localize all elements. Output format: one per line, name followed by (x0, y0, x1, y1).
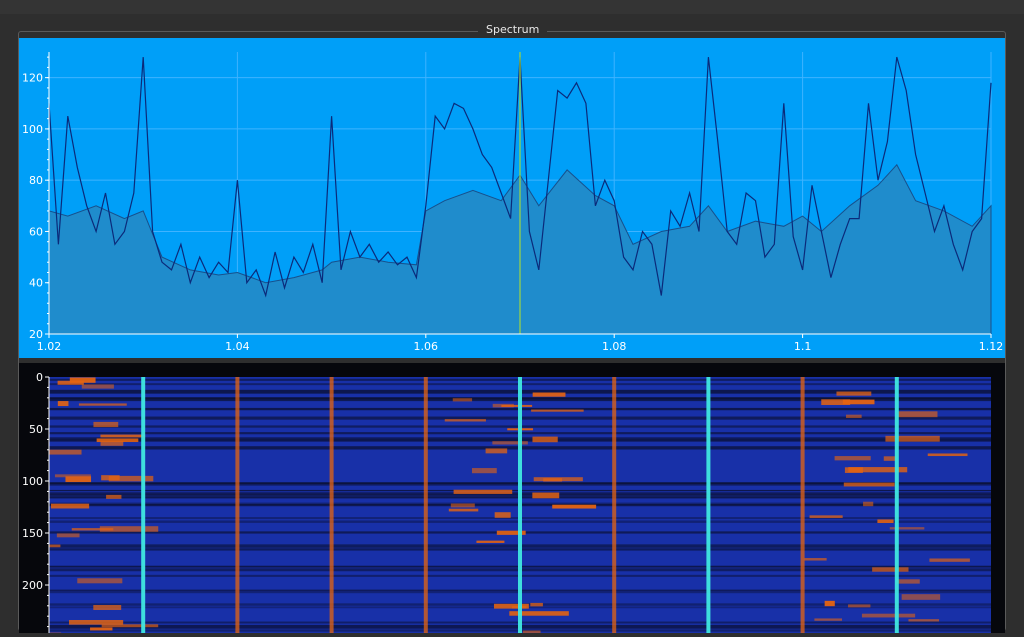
waterfall-hot-band (492, 441, 527, 444)
waterfall-hot-band (106, 495, 121, 499)
waterfall-hot-band (843, 400, 875, 405)
waterfall-hot-band (100, 435, 145, 438)
waterfall-hot-band (454, 490, 513, 494)
waterfall-plot-panel[interactable]: 0 50 100 150 200 (19, 363, 1005, 633)
waterfall-hot-band (928, 453, 968, 456)
y-tick-label: 100 (22, 123, 43, 136)
waterfall-hot-band (97, 438, 139, 442)
waterfall-hot-band (476, 541, 504, 543)
waterfall-hot-band (93, 422, 118, 427)
x-tick-label: 1.02 (37, 340, 62, 353)
waterfall-hot-band (523, 631, 541, 633)
waterfall-hot-band (486, 448, 508, 453)
waterfall-hot-band (929, 558, 969, 561)
y-tick-label: 40 (29, 277, 43, 290)
x-tick-label: 1.1 (794, 340, 812, 353)
waterfall-hot-band (898, 411, 937, 417)
waterfall-y-tick-label: 200 (22, 579, 43, 592)
waterfall-hot-band (863, 502, 873, 506)
waterfall-hot-band (902, 594, 941, 600)
waterfall-y-tick-label: 50 (29, 423, 43, 436)
waterfall-peak-line (424, 377, 428, 633)
waterfall-hot-band (804, 558, 826, 560)
waterfall-hot-band (844, 483, 895, 487)
waterfall-peak-line (801, 377, 805, 633)
top-toolbar-strip (0, 0, 1024, 14)
spectrum-chart[interactable]: 204060801001201.021.041.061.081.11.12 (19, 38, 1005, 358)
waterfall-y-tick-label: 0 (36, 371, 43, 384)
waterfall-peak-line (518, 377, 522, 633)
spectrum-plot-panel[interactable]: 204060801001201.021.041.061.081.11.12 (19, 38, 1005, 358)
waterfall-hot-band (896, 579, 920, 583)
waterfall-hot-band (532, 493, 559, 499)
waterfall-hot-band (533, 393, 566, 397)
waterfall-hot-band (77, 578, 122, 583)
waterfall-peak-line (706, 377, 710, 633)
waterfall-hot-band (825, 601, 835, 606)
waterfall-peak-line (330, 377, 334, 633)
waterfall-hot-band (877, 519, 893, 523)
waterfall-hot-band (814, 618, 842, 620)
waterfall-hot-band (848, 604, 870, 607)
waterfall-hot-band (65, 476, 91, 482)
x-tick-label: 1.06 (414, 340, 439, 353)
waterfall-hot-band (472, 468, 497, 473)
waterfall-hot-band (531, 410, 584, 412)
waterfall-hot-band (58, 401, 69, 406)
waterfall-hot-band (495, 512, 511, 518)
waterfall-hot-band (835, 456, 871, 460)
waterfall-hot-band (57, 533, 80, 537)
waterfall-peak-line (141, 377, 145, 633)
waterfall-hot-band (70, 377, 96, 382)
waterfall-hot-band (50, 545, 61, 548)
waterfall-hot-band (810, 515, 843, 518)
x-tick-label: 1.08 (602, 340, 627, 353)
waterfall-hot-band (93, 605, 121, 610)
waterfall-peak-line (895, 377, 899, 633)
waterfall-hot-band (90, 627, 112, 630)
waterfall-peak-line (612, 377, 616, 633)
waterfall-hot-band (82, 384, 114, 388)
y-tick-label: 60 (29, 225, 43, 238)
waterfall-hot-band (836, 392, 871, 396)
waterfall-hot-band (449, 509, 478, 512)
waterfall-hot-band (453, 398, 472, 401)
waterfall-hot-band (885, 436, 939, 442)
waterfall-hot-band (49, 450, 82, 455)
waterfall-y-tick-label: 100 (22, 475, 43, 488)
y-tick-label: 120 (22, 72, 43, 85)
waterfall-hot-band (451, 503, 475, 507)
waterfall-hot-band (493, 404, 514, 408)
waterfall-hot-band (51, 504, 89, 509)
waterfall-hot-band (100, 526, 158, 532)
waterfall-hot-band (445, 419, 486, 421)
waterfall-hot-band (530, 603, 543, 606)
waterfall-hot-band (79, 403, 127, 405)
waterfall-hot-band (862, 614, 915, 618)
waterfall-hot-band (908, 619, 939, 621)
waterfall-hot-band (69, 620, 123, 625)
waterfall-hot-band (846, 415, 862, 418)
x-tick-label: 1.04 (225, 340, 250, 353)
x-tick-label: 1.12 (979, 340, 1004, 353)
waterfall-hot-band (101, 475, 120, 480)
waterfall-hot-band (102, 624, 159, 627)
waterfall-hot-band (552, 505, 596, 509)
waterfall-hot-band (543, 478, 562, 481)
y-tick-label: 80 (29, 174, 43, 187)
waterfall-peak-line (235, 377, 239, 633)
waterfall-y-tick-label: 150 (22, 527, 43, 540)
waterfall-hot-band (532, 437, 557, 443)
waterfall-chart[interactable]: 0 50 100 150 200 (19, 363, 1005, 633)
waterfall-hot-band (872, 567, 908, 571)
group-box-title: Spectrum (478, 22, 547, 38)
